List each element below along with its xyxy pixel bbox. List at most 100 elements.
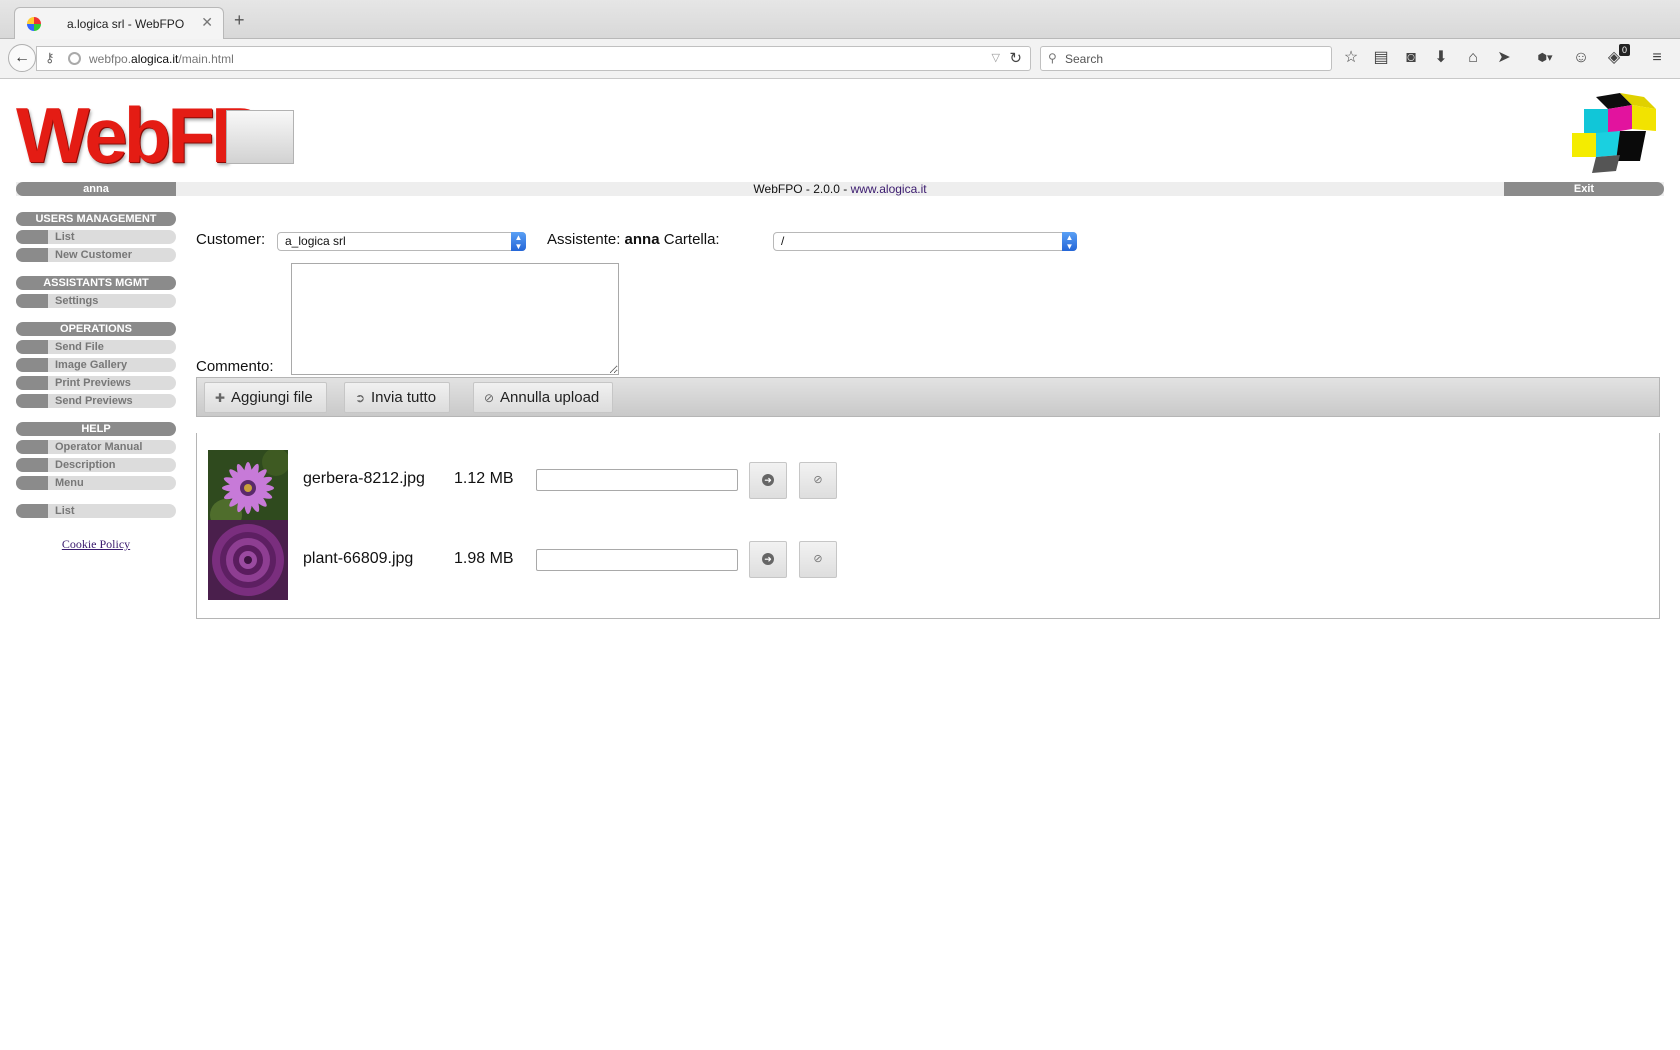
cancel-icon: ⊘ <box>484 391 495 405</box>
sidebar-item-label: Operator Manual <box>55 441 143 453</box>
back-arrow-icon[interactable]: ← <box>8 44 36 72</box>
add-files-button[interactable]: ✚ Aggiungi file <box>204 382 327 413</box>
bookmark-star-icon[interactable]: ☆ <box>1340 47 1362 69</box>
cmyk-cubes-logo <box>1572 93 1656 173</box>
sidebar-item-label: Send File <box>55 341 104 353</box>
sidebar-item-new-customer[interactable]: New Customer <box>16 248 176 262</box>
sidebar-item-settings[interactable]: Settings <box>16 294 176 308</box>
arrow-right-circle-icon: ➜ <box>762 474 774 487</box>
upload-toolbar: ✚ Aggiungi file ➲ Invia tutto ⊘ Annulla upl… <box>196 377 1660 417</box>
arrow-right-circle-icon: ➲ <box>355 391 366 405</box>
section-operations: OPERATIONS <box>16 322 176 336</box>
customer-select[interactable]: a_logica srl ▲ ▼ <box>277 232 526 251</box>
arrow-right-circle-icon: ➜ <box>762 553 774 566</box>
key-icon[interactable]: ⚷ <box>45 50 55 66</box>
pocket-icon[interactable]: ◙ <box>1400 47 1422 69</box>
file-progress-bar <box>536 549 738 571</box>
file-thumbnail-gerbera <box>208 450 288 530</box>
reload-icon[interactable]: ↻ <box>1009 49 1022 67</box>
file-thumbnail-plant <box>208 520 288 600</box>
tab-title: a.logica srl - WebFPO <box>67 17 185 31</box>
send-all-label: Invia tutto <box>371 389 437 406</box>
folder-select[interactable]: / ▲ ▼ <box>773 232 1077 251</box>
sidebar-item-label: Description <box>55 459 116 471</box>
cancel-file-button[interactable]: ⊘ <box>799 541 837 578</box>
sidebar-item-label: Menu <box>55 477 84 489</box>
file-progress-bar <box>536 469 738 491</box>
plus-icon: ✚ <box>215 391 226 405</box>
url-path: /main.html <box>178 52 234 66</box>
sidebar-item-label: Image Gallery <box>55 359 128 371</box>
file-size: 1.12 MB <box>454 470 514 487</box>
customer-select-value: a_logica srl <box>285 234 346 248</box>
comment-textarea[interactable] <box>291 263 619 375</box>
sidebar-item-description[interactable]: Description <box>16 458 176 472</box>
cookie-policy-link[interactable]: Cookie Policy <box>16 537 176 552</box>
globe-icon <box>68 52 81 65</box>
close-tab-icon[interactable]: ✕ <box>201 14 213 31</box>
customer-label: Customer: <box>196 231 266 248</box>
notification-badge: 0 <box>1618 44 1630 56</box>
search-box[interactable]: ⚲ Search <box>1040 46 1332 71</box>
adblock-icon[interactable]: ⬢▾ <box>1530 47 1560 69</box>
assistant-name: anna <box>624 231 660 248</box>
sidebar-item-label: Send Previews <box>55 395 133 407</box>
logo-plate <box>226 110 294 164</box>
browser-tab-strip: a.logica srl - WebFPO ✕ + <box>0 0 1680 40</box>
send-all-button[interactable]: ➲ Invia tutto <box>344 382 451 413</box>
url-domain: alogica.it <box>131 52 179 66</box>
sidebar-item-menu[interactable]: Menu <box>16 476 176 490</box>
cancel-icon: ⊘ <box>813 553 823 565</box>
cancel-file-button[interactable]: ⊘ <box>799 462 837 499</box>
search-icon: ⚲ <box>1048 51 1057 65</box>
sidebar-item-send-file[interactable]: Send File <box>16 340 176 354</box>
url-host-prefix: webfpo. <box>89 52 132 66</box>
folder-label: Cartella: <box>663 231 720 248</box>
sidebar-item-label: Print Previews <box>55 377 131 389</box>
home-icon[interactable]: ⌂ <box>1462 47 1484 69</box>
sidebar-item-image-gallery[interactable]: Image Gallery <box>16 358 176 372</box>
section-assistants-mgmt: ASSISTANTS MGMT <box>16 276 176 290</box>
exit-button[interactable]: Exit <box>1504 182 1664 196</box>
extension-icon[interactable]: ◈ 0 <box>1603 44 1630 69</box>
favicon-icon <box>27 17 41 31</box>
send-file-button[interactable]: ➜ <box>749 462 787 499</box>
sidebar-item-list[interactable]: List <box>16 504 176 518</box>
file-name: gerbera-8212.jpg <box>303 470 425 487</box>
search-placeholder: Search <box>1065 52 1104 66</box>
section-help: HELP <box>16 422 176 436</box>
url-text[interactable]: webfpo.alogica.it/main.html <box>89 52 234 66</box>
folder-select-value: / <box>781 234 785 248</box>
section-users-management: USERS MANAGEMENT <box>16 212 176 226</box>
address-bar[interactable]: ⚷ webfpo.alogica.it/main.html ▽ ↻ <box>36 46 1031 71</box>
sidebar-item-print-previews[interactable]: Print Previews <box>16 376 176 390</box>
new-tab-icon[interactable]: + <box>234 10 245 31</box>
website-link[interactable]: www.alogica.it <box>851 182 927 196</box>
send-file-button[interactable]: ➜ <box>749 541 787 578</box>
download-icon[interactable]: ⬇ <box>1430 47 1452 69</box>
version-info: WebFPO - 2.0.0 - www.alogica.it <box>0 182 1680 196</box>
menu-hamburger-icon[interactable]: ≡ <box>1646 47 1668 69</box>
file-size: 1.98 MB <box>454 550 514 567</box>
comment-label: Commento: <box>196 358 274 375</box>
browser-tab[interactable]: a.logica srl - WebFPO ✕ <box>14 7 224 40</box>
cancel-icon: ⊘ <box>813 474 823 486</box>
version-text: WebFPO - 2.0.0 - <box>753 182 851 196</box>
file-list-panel <box>196 433 1660 619</box>
assistant-info: Assistente: anna Cartella: <box>547 231 720 248</box>
sidebar-item-label: List <box>55 231 75 243</box>
webfp-logo: WebFP <box>16 91 263 179</box>
file-name: plant-66809.jpg <box>303 550 414 567</box>
sidebar-item-operator-manual[interactable]: Operator Manual <box>16 440 176 454</box>
chat-icon[interactable]: ☺ <box>1570 47 1592 69</box>
reading-list-icon[interactable]: ▤ <box>1370 47 1392 69</box>
cancel-upload-label: Annulla upload <box>500 389 600 406</box>
select-arrows-icon: ▲ ▼ <box>511 232 526 251</box>
cancel-upload-button[interactable]: ⊘ Annulla upload <box>473 382 614 413</box>
dropdown-arrow-icon[interactable]: ▽ <box>992 51 1000 64</box>
select-arrows-icon: ▲ ▼ <box>1062 232 1077 251</box>
send-tab-icon[interactable]: ➤ <box>1493 47 1515 69</box>
sidebar-item-send-previews[interactable]: Send Previews <box>16 394 176 408</box>
sidebar-item-users-list[interactable]: List <box>16 230 176 244</box>
sidebar-item-label: New Customer <box>55 249 133 261</box>
